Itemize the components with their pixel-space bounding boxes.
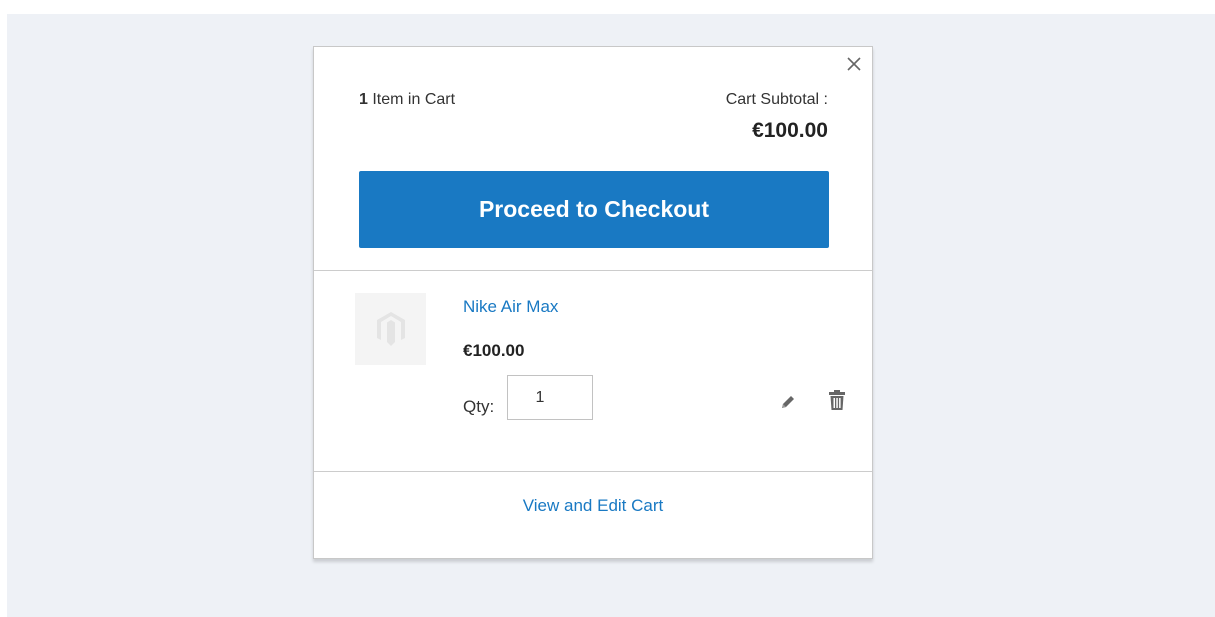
proceed-to-checkout-button[interactable]: Proceed to Checkout <box>359 171 829 248</box>
divider <box>314 270 872 271</box>
close-icon <box>847 57 861 71</box>
magento-logo-icon <box>376 312 405 346</box>
close-button[interactable] <box>842 52 866 76</box>
qty-input[interactable] <box>507 375 593 420</box>
delete-item-button[interactable] <box>826 387 848 413</box>
qty-label: Qty: <box>463 397 495 416</box>
trash-icon <box>829 390 845 410</box>
product-name-link[interactable]: Nike Air Max <box>463 297 558 317</box>
divider <box>314 471 872 472</box>
pencil-icon <box>782 396 794 408</box>
edit-item-button[interactable] <box>777 391 799 413</box>
subtotal-amount: €100.00 <box>752 119 828 142</box>
product-price: €100.00 <box>463 341 525 360</box>
product-thumbnail[interactable] <box>355 293 426 365</box>
items-label: Item in Cart <box>372 91 456 108</box>
items-count: 1 <box>359 91 368 108</box>
minicart-dropdown: 1 Item in Cart Cart Subtotal : €100.00 P… <box>313 46 873 559</box>
items-in-cart: 1 Item in Cart <box>359 91 455 109</box>
view-and-edit-cart-link[interactable]: View and Edit Cart <box>314 496 872 516</box>
subtotal-label: Cart Subtotal : <box>725 91 828 108</box>
